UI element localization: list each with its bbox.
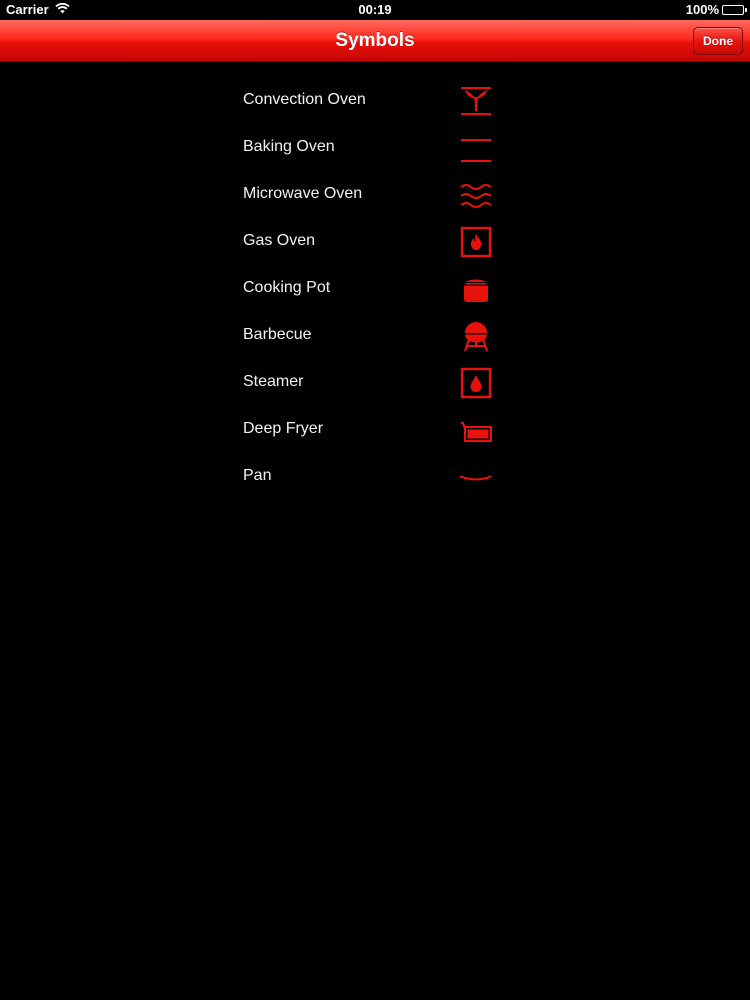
list-item: Deep Fryer xyxy=(243,407,503,454)
list-item: Cooking Pot xyxy=(243,266,503,313)
list-item: Gas Oven xyxy=(243,219,503,266)
battery-percent: 100% xyxy=(685,2,719,17)
microwave-oven-icon xyxy=(459,178,493,212)
battery-group: 100% xyxy=(685,2,747,17)
list-item: Microwave Oven xyxy=(243,172,503,219)
done-button[interactable]: Done xyxy=(693,27,743,55)
symbol-label: Gas Oven xyxy=(243,232,316,249)
pan-icon xyxy=(459,460,493,494)
symbol-label: Baking Oven xyxy=(243,138,335,155)
battery-icon xyxy=(722,4,747,15)
symbol-label: Cooking Pot xyxy=(243,279,331,296)
navigation-bar: Symbols Done xyxy=(0,20,750,62)
symbol-label: Convection Oven xyxy=(243,91,366,108)
symbol-label: Deep Fryer xyxy=(243,420,324,437)
symbol-label: Steamer xyxy=(243,373,304,390)
list-item: Convection Oven xyxy=(243,78,503,125)
barbecue-icon xyxy=(459,319,493,353)
symbol-label: Pan xyxy=(243,467,272,484)
symbol-label: Barbecue xyxy=(243,326,312,343)
status-bar: Carrier 00:19 100% xyxy=(0,0,750,20)
gas-oven-icon xyxy=(459,225,493,259)
cooking-pot-icon xyxy=(459,272,493,306)
page-title: Symbols xyxy=(335,30,415,51)
status-time: 00:19 xyxy=(358,2,392,17)
list-item: Steamer xyxy=(243,360,503,407)
symbol-list: Convection Oven Baking Oven Microwave Ov… xyxy=(243,78,503,501)
list-item: Baking Oven xyxy=(243,125,503,172)
convection-oven-icon xyxy=(459,84,493,118)
steamer-icon xyxy=(459,366,493,400)
list-item: Pan xyxy=(243,454,503,501)
symbol-label: Microwave Oven xyxy=(243,185,363,202)
baking-oven-icon xyxy=(459,131,493,165)
list-item: Barbecue xyxy=(243,313,503,360)
deep-fryer-icon xyxy=(459,413,493,447)
